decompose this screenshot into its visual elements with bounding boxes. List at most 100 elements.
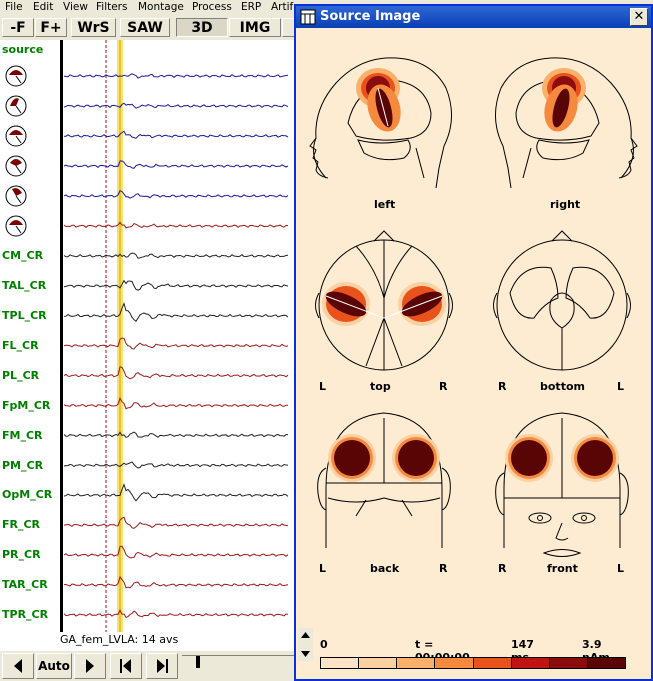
head-icon[interactable] xyxy=(3,63,29,89)
spin-arrows-icon xyxy=(301,632,310,657)
view-left xyxy=(309,57,452,189)
menu-montage[interactable]: Montage xyxy=(138,1,184,13)
eeg-trace xyxy=(63,575,289,589)
view-top xyxy=(315,230,453,371)
eeg-trace xyxy=(63,609,289,619)
side-label-R: R xyxy=(498,562,507,575)
eeg-trace xyxy=(63,279,289,291)
menu-view[interactable]: View xyxy=(63,1,88,13)
menu-process[interactable]: Process xyxy=(192,1,232,13)
head-icon[interactable] xyxy=(3,183,29,209)
eeg-trace xyxy=(63,190,289,199)
menu-edit[interactable]: Edit xyxy=(33,1,53,13)
channel-label: TPL_CR xyxy=(2,309,47,322)
eeg-trace xyxy=(63,461,289,469)
view-label-top: top xyxy=(370,380,391,393)
view-back xyxy=(317,412,451,548)
head-icon[interactable] xyxy=(3,93,29,119)
source-image-window: Source Image ✕ left right top L R bottom… xyxy=(294,4,653,681)
filter-plus-button[interactable]: F+ xyxy=(35,18,67,37)
step-back-button[interactable] xyxy=(110,653,142,679)
toolbar: -F F+ WrS SAW 3D IMG xyxy=(0,15,300,40)
source-label: source xyxy=(2,43,44,56)
eeg-trace xyxy=(63,483,289,502)
colorbar-cell xyxy=(320,657,360,669)
saw-button[interactable]: SAW xyxy=(120,18,170,37)
menu-artifact[interactable]: Artif xyxy=(271,1,293,13)
head-icon[interactable] xyxy=(3,213,29,239)
channel-label: OpM_CR xyxy=(2,488,53,501)
side-label-L: L xyxy=(319,380,326,393)
arrow-right-icon xyxy=(86,659,94,673)
side-label-L: L xyxy=(319,562,326,575)
menu-file[interactable]: File xyxy=(5,1,23,13)
status-text: GA_fem_LVLA: 14 avs xyxy=(60,633,179,646)
channel-label: CM_CR xyxy=(2,249,44,262)
montage-view: source CM_CR TAL_CR TPL_CR FL_CR PL_CR F… xyxy=(0,40,300,632)
brain-views: left right top L R bottom R L back L R f… xyxy=(309,57,638,575)
eeg-trace xyxy=(63,301,289,323)
side-label-R: R xyxy=(439,562,448,575)
latency-spinner[interactable] xyxy=(298,628,313,661)
side-label-L: L xyxy=(617,562,624,575)
arrow-left-icon xyxy=(14,659,22,673)
eeg-trace xyxy=(63,366,289,380)
view-label-left: left xyxy=(374,198,395,211)
colorbar-min: 0 xyxy=(320,638,328,651)
3d-button[interactable]: 3D xyxy=(176,18,228,37)
auto-button[interactable]: Auto xyxy=(36,653,72,679)
eeg-trace xyxy=(63,73,289,79)
source-image-canvas: left right top L R bottom R L back L R f… xyxy=(296,28,651,679)
channel-label: FM_CR xyxy=(2,429,43,442)
eeg-trace xyxy=(63,396,288,410)
view-right xyxy=(495,57,638,189)
view-bottom xyxy=(493,230,631,371)
time-axis xyxy=(60,40,63,632)
prev-button[interactable] xyxy=(2,653,34,679)
scroll-thumb[interactable] xyxy=(196,656,200,668)
channel-label: TAL_CR xyxy=(2,279,47,292)
colorbar-cell xyxy=(358,657,398,669)
channel-label: TPR_CR xyxy=(2,608,49,621)
eeg-trace xyxy=(63,516,289,529)
channel-labels: source CM_CR TAL_CR TPL_CR FL_CR PL_CR F… xyxy=(0,40,58,632)
view-label-back: back xyxy=(370,562,400,575)
channel-label: TAR_CR xyxy=(2,578,48,591)
step-forward-icon xyxy=(157,659,168,673)
colorbar-cell xyxy=(396,657,436,669)
window-titlebar[interactable]: Source Image ✕ xyxy=(296,6,651,28)
head-icon[interactable] xyxy=(3,153,29,179)
colorbar-cell xyxy=(434,657,474,669)
step-back-icon xyxy=(120,659,131,673)
channel-label: FpM_CR xyxy=(2,399,51,412)
view-label-front: front xyxy=(547,562,578,575)
eeg-trace xyxy=(63,337,289,350)
next-button[interactable] xyxy=(74,653,106,679)
navigation-bar: Auto xyxy=(0,651,300,681)
eeg-trace xyxy=(64,130,289,139)
channel-label: FL_CR xyxy=(2,339,39,352)
filter-minus-button[interactable]: -F xyxy=(2,18,34,37)
eeg-trace xyxy=(63,431,288,438)
eeg-trace xyxy=(63,102,289,109)
colorbar-cell xyxy=(510,657,550,669)
colorbar-cell xyxy=(586,657,626,669)
side-label-R: R xyxy=(498,380,507,393)
wrs-button[interactable]: WrS xyxy=(71,18,116,37)
step-forward-button[interactable] xyxy=(146,653,178,679)
view-label-bottom: bottom xyxy=(540,380,585,393)
close-button[interactable]: ✕ xyxy=(630,8,648,26)
channel-label: PL_CR xyxy=(2,369,40,382)
colorbar-cell xyxy=(548,657,588,669)
view-front xyxy=(495,412,629,557)
close-icon: ✕ xyxy=(633,9,645,24)
channel-label: PM_CR xyxy=(2,459,44,472)
side-label-R: R xyxy=(439,380,448,393)
menu-erp[interactable]: ERP xyxy=(241,1,261,13)
img-button[interactable]: IMG xyxy=(229,18,281,37)
window-title: Source Image xyxy=(320,9,421,24)
view-label-right: right xyxy=(550,198,580,211)
menu-filters[interactable]: Filters xyxy=(96,1,127,13)
time-scrollbar[interactable] xyxy=(182,655,294,678)
head-icon[interactable] xyxy=(3,123,29,149)
